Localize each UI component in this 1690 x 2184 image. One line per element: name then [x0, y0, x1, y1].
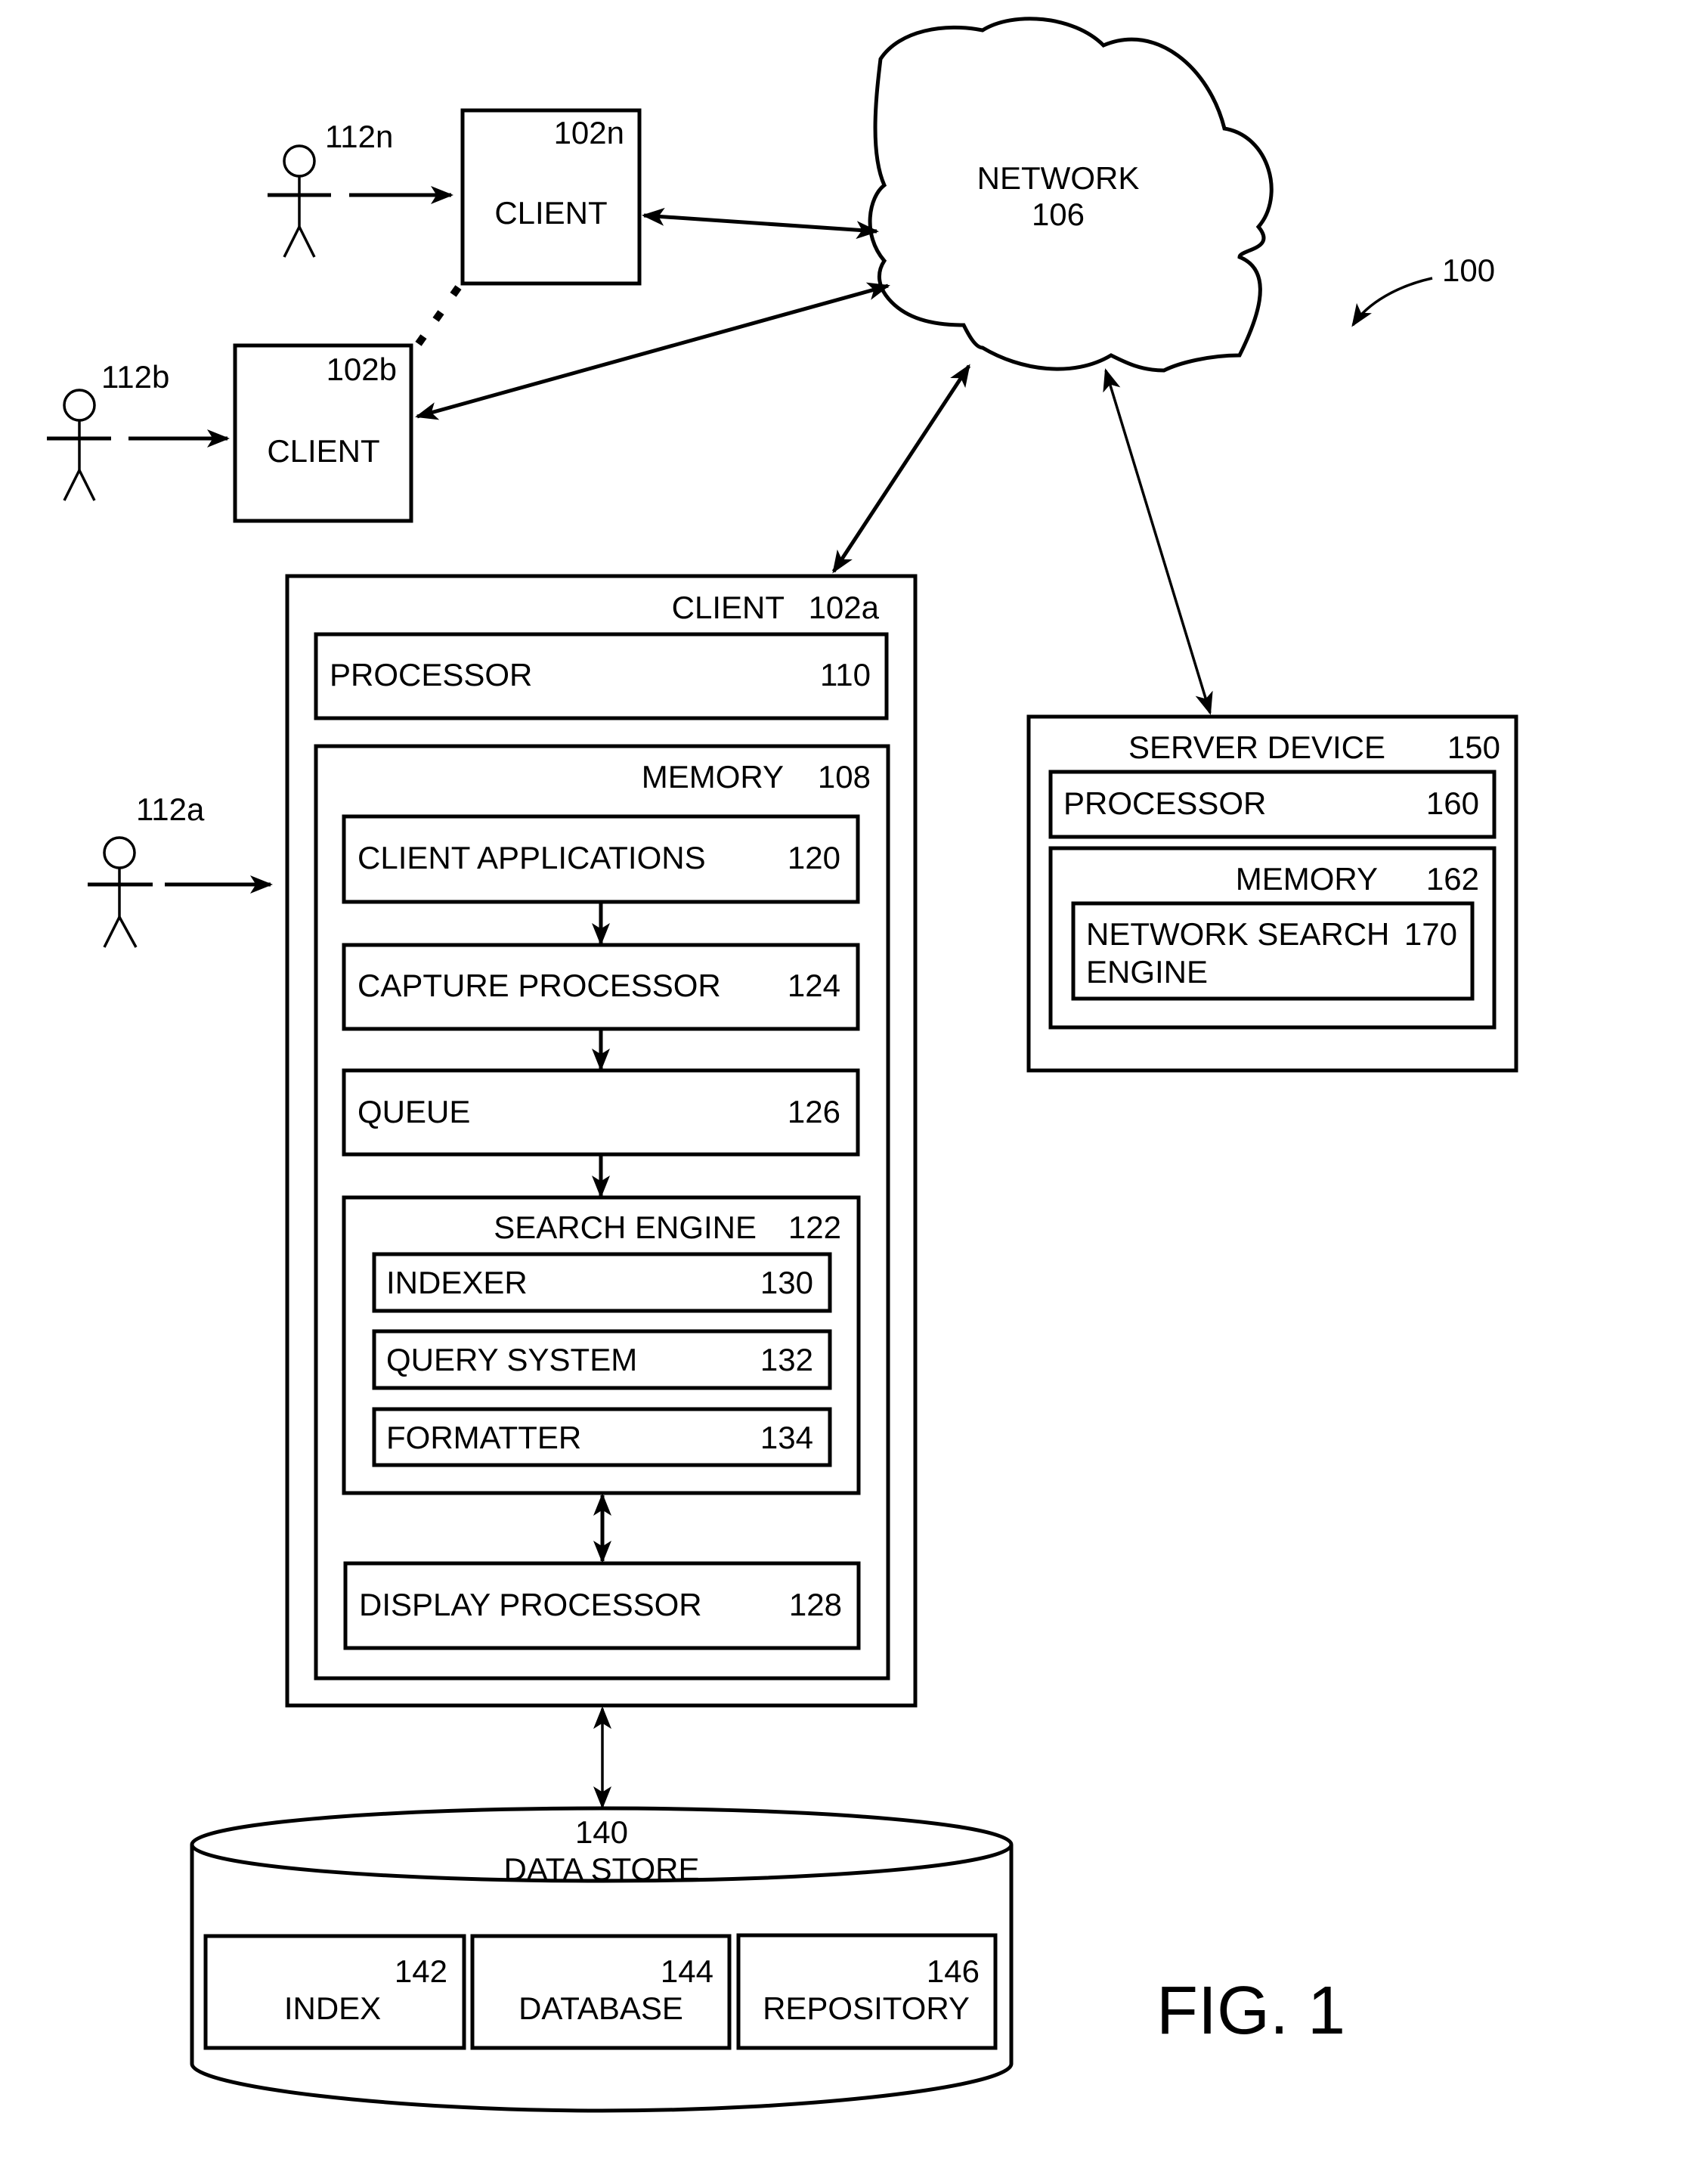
person-icon — [47, 389, 111, 501]
processor-160-label: PROCESSOR — [1063, 785, 1266, 821]
server-device-150: SERVER DEVICE 150 PROCESSOR 160 MEMORY 1… — [1026, 714, 1518, 1073]
queue-ref: 126 — [788, 1094, 840, 1129]
queue-126: QUEUE 126 — [342, 1068, 860, 1157]
memory-108-ref: 108 — [818, 759, 871, 795]
formatter-label: FORMATTER — [386, 1420, 581, 1455]
data-store-140: 140 DATA STORE 142 INDEX 144 DATABASE 14… — [190, 1806, 1014, 2113]
database-144: 144 DATABASE — [470, 1934, 732, 2050]
user-112b: 112b — [47, 359, 230, 501]
client-102a-ref: 102a — [809, 590, 880, 625]
search-engine-122: SEARCH ENGINE 122 INDEXER 130 QUERY SYST… — [342, 1195, 861, 1495]
client-applications-120: CLIENT APPLICATIONS 120 — [342, 814, 860, 904]
person-icon — [88, 836, 153, 948]
client-102a: CLIENT 102a PROCESSOR 110 MEMORY 108 CLI… — [285, 574, 918, 1708]
capture-processor-label: CAPTURE PROCESSOR — [358, 968, 721, 1003]
database-ref: 144 — [661, 1953, 713, 1989]
client-102n-ref: 102n — [554, 115, 624, 150]
capture-processor-ref: 124 — [788, 968, 840, 1003]
ellipsis-connector — [415, 285, 462, 346]
figure-title: FIG. 1 — [1156, 1973, 1345, 2049]
data-store-label: DATA STORE — [503, 1851, 699, 1887]
indexer-label: INDEXER — [386, 1265, 528, 1300]
query-system-label: QUERY SYSTEM — [386, 1342, 637, 1377]
nse-label-line1: NETWORK SEARCH — [1086, 916, 1389, 952]
link-102b-network — [415, 282, 890, 420]
indexer-130: INDEXER 130 — [372, 1252, 832, 1313]
nse-ref: 170 — [1404, 916, 1457, 952]
user-112n: 112n — [268, 119, 453, 258]
capture-processor-124: CAPTURE PROCESSOR 124 — [342, 943, 860, 1031]
repository-ref: 146 — [927, 1953, 980, 1989]
processor-110-label: PROCESSOR — [330, 657, 532, 692]
formatter-ref: 134 — [760, 1420, 813, 1455]
server-ref: 150 — [1447, 730, 1500, 765]
repository-label: REPOSITORY — [763, 1990, 970, 2026]
data-store-ref: 140 — [575, 1814, 628, 1850]
link-server-network — [1103, 368, 1213, 715]
display-processor-128: DISPLAY PROCESSOR 128 — [343, 1561, 861, 1650]
user-112a: 112a — [88, 792, 273, 948]
memory-162-label: MEMORY — [1236, 861, 1378, 897]
index-142: 142 INDEX — [203, 1934, 466, 2050]
query-system-ref: 132 — [760, 1342, 813, 1377]
repository-146: 146 REPOSITORY — [736, 1933, 998, 2050]
indexer-ref: 130 — [760, 1265, 813, 1300]
processor-110: PROCESSOR 110 — [314, 632, 889, 720]
query-system-132: QUERY SYSTEM 132 — [372, 1329, 832, 1390]
link-102a-network — [831, 364, 971, 574]
system-diagram: NETWORK 106 100 112n 102n CLIENT 112b 10… — [47, 17, 1518, 2113]
formatter-134: FORMATTER 134 — [372, 1407, 832, 1467]
index-ref: 142 — [395, 1953, 447, 1989]
client-applications-ref: 120 — [788, 840, 840, 875]
processor-160-ref: 160 — [1426, 785, 1479, 821]
network-search-engine-170: NETWORK SEARCH ENGINE 170 — [1071, 901, 1475, 1001]
server-label: SERVER DEVICE — [1128, 730, 1385, 765]
client-102b-ref: 102b — [327, 352, 397, 387]
network-label: NETWORK — [977, 160, 1140, 196]
index-label: INDEX — [284, 1990, 381, 2026]
search-engine-label: SEARCH ENGINE — [494, 1210, 757, 1245]
nse-label-line2: ENGINE — [1086, 954, 1208, 990]
client-102n-label: CLIENT — [494, 195, 607, 231]
system-reference: 100 — [1351, 252, 1495, 327]
system-ref-label: 100 — [1442, 252, 1495, 288]
processor-110-ref: 110 — [820, 657, 871, 692]
processor-160: PROCESSOR 160 — [1048, 770, 1497, 839]
database-label: DATABASE — [518, 1990, 683, 2026]
system-ref-arrow — [1351, 277, 1433, 327]
client-102b: 102b CLIENT — [233, 343, 413, 523]
client-102b-label: CLIENT — [267, 433, 379, 469]
client-102n: 102n CLIENT — [460, 108, 642, 286]
memory-108: MEMORY 108 CLIENT APPLICATIONS 120 CAPTU… — [314, 744, 890, 1681]
user-ref: 112a — [136, 792, 205, 827]
client-102a-label: CLIENT — [672, 590, 785, 625]
client-applications-label: CLIENT APPLICATIONS — [358, 840, 706, 875]
queue-label: QUEUE — [358, 1094, 470, 1129]
link-102n-network — [642, 207, 879, 240]
network-ref: 106 — [1032, 197, 1085, 232]
display-processor-ref: 128 — [789, 1587, 842, 1622]
person-icon — [268, 144, 331, 258]
memory-162-ref: 162 — [1426, 861, 1479, 897]
display-processor-label: DISPLAY PROCESSOR — [359, 1587, 702, 1622]
network-cloud: NETWORK 106 — [868, 17, 1274, 373]
user-ref: 112b — [101, 359, 169, 395]
search-engine-ref: 122 — [788, 1210, 841, 1245]
user-ref: 112n — [325, 119, 393, 154]
memory-108-label: MEMORY — [642, 759, 784, 795]
memory-162: MEMORY 162 NETWORK SEARCH ENGINE 170 — [1048, 846, 1497, 1030]
